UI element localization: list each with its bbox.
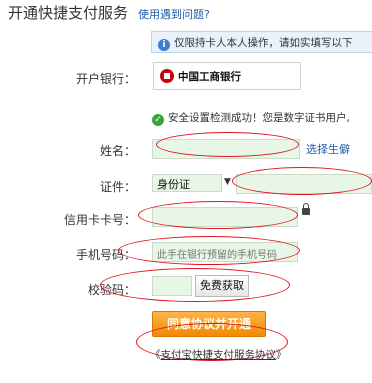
rare-char-link[interactable]: 选择生僻 bbox=[306, 141, 350, 157]
protocol-prefix: 《 bbox=[150, 349, 161, 361]
page-title: 开通快捷支付服务 bbox=[8, 4, 129, 22]
bank-name: 中国工商银行 bbox=[178, 71, 241, 83]
annotation-ellipse-card bbox=[138, 201, 298, 229]
lock-icon bbox=[302, 203, 310, 215]
check-circle-icon: ✓ bbox=[152, 114, 164, 126]
help-link[interactable]: 使用遇到问题? bbox=[138, 6, 210, 22]
protocol-text[interactable]: 支付宝快捷支付服务协议 bbox=[161, 349, 277, 361]
dropdown-arrow-icon[interactable]: ▼ bbox=[224, 177, 231, 187]
security-status: ✓ 安全设置检测成功！您是数字证书用户, bbox=[152, 110, 350, 126]
annotation-ellipse-name bbox=[156, 132, 299, 157]
notice-text: 仅限持卡人本人操作，请如实填写以下 bbox=[174, 37, 353, 49]
notice-banner: i 仅限持卡人本人操作，请如实填写以下 bbox=[151, 31, 372, 53]
security-text: 安全设置检测成功！您是数字证书用户, bbox=[168, 112, 350, 124]
protocol-link[interactable]: 《支付宝快捷支付服务协议》 bbox=[150, 347, 287, 362]
annotation-ellipse-phone bbox=[118, 236, 300, 265]
bank-label: 开户银行： bbox=[75, 72, 136, 86]
protocol-suffix: 》 bbox=[276, 349, 287, 361]
annotation-ellipse-code bbox=[100, 268, 290, 302]
name-label: 姓名： bbox=[99, 144, 136, 158]
annotation-ellipse-id bbox=[232, 167, 372, 195]
id-type-select[interactable]: 身份证 bbox=[152, 174, 222, 192]
icbc-logo-icon bbox=[160, 69, 174, 83]
info-icon: i bbox=[158, 39, 170, 51]
bank-selector[interactable]: 中国工商银行 bbox=[153, 62, 301, 90]
card-label: 信用卡卡号： bbox=[63, 213, 136, 227]
id-label: 证件： bbox=[99, 180, 136, 194]
